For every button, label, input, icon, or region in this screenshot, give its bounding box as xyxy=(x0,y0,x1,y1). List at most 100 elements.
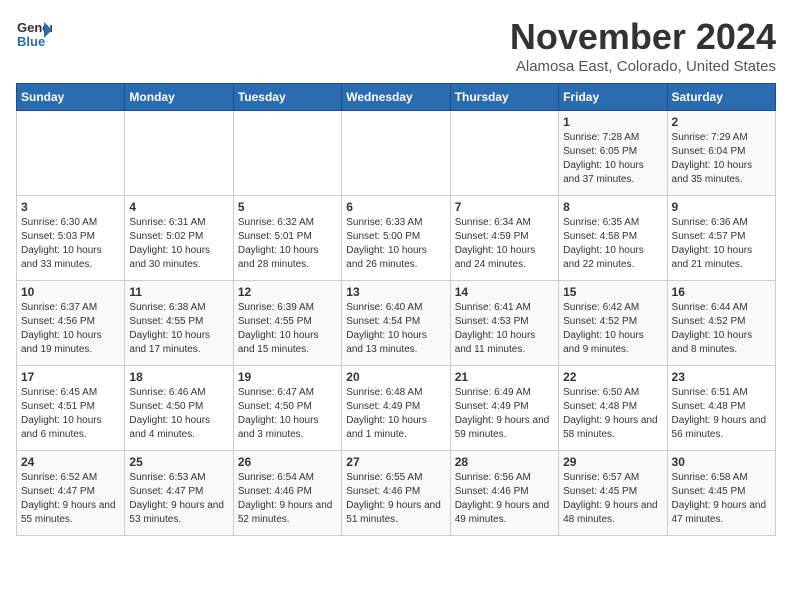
day-number: 15 xyxy=(563,285,662,299)
day-number: 16 xyxy=(672,285,771,299)
day-info: Sunrise: 6:57 AM Sunset: 4:45 PM Dayligh… xyxy=(563,471,662,527)
calendar-cell: 7Sunrise: 6:34 AM Sunset: 4:59 PM Daylig… xyxy=(450,196,558,281)
day-info: Sunrise: 6:39 AM Sunset: 4:55 PM Dayligh… xyxy=(238,301,337,357)
day-number: 20 xyxy=(346,370,445,384)
header-day-sunday: Sunday xyxy=(17,84,125,111)
header-day-wednesday: Wednesday xyxy=(342,84,450,111)
calendar-cell: 24Sunrise: 6:52 AM Sunset: 4:47 PM Dayli… xyxy=(17,451,125,536)
day-number: 10 xyxy=(21,285,120,299)
calendar-cell: 11 Sunrise: 6:38 AM Sunset: 4:55 PM Dayli… xyxy=(125,281,233,366)
logo-svg: General Blue xyxy=(16,16,52,52)
day-number: 21 xyxy=(455,370,554,384)
day-info: Sunrise: 6:54 AM Sunset: 4:46 PM Dayligh… xyxy=(238,471,337,527)
day-info: Sunrise: 6:38 AM Sunset: 4:55 PM Dayligh… xyxy=(129,301,228,357)
day-number: 3 xyxy=(21,200,120,214)
calendar-cell: 13 Sunrise: 6:40 AM Sunset: 4:54 PM Dayli… xyxy=(342,281,450,366)
calendar-cell: 26Sunrise: 6:54 AM Sunset: 4:46 PM Dayli… xyxy=(233,451,341,536)
day-number: 6 xyxy=(346,200,445,214)
calendar-cell: 15 Sunrise: 6:42 AM Sunset: 4:52 PM Dayli… xyxy=(559,281,667,366)
day-number: 12 xyxy=(238,285,337,299)
calendar-cell: 29 Sunrise: 6:57 AM Sunset: 4:45 PM Dayli… xyxy=(559,451,667,536)
calendar-cell: 19 Sunrise: 6:47 AM Sunset: 4:50 PM Dayli… xyxy=(233,366,341,451)
calendar-cell: 25 Sunrise: 6:53 AM Sunset: 4:47 PM Dayli… xyxy=(125,451,233,536)
header: General Blue November 2024 Alamosa East,… xyxy=(16,16,776,75)
header-day-thursday: Thursday xyxy=(450,84,558,111)
calendar-cell: 8 Sunrise: 6:35 AM Sunset: 4:58 PM Daylig… xyxy=(559,196,667,281)
calendar-cell: 18 Sunrise: 6:46 AM Sunset: 4:50 PM Dayli… xyxy=(125,366,233,451)
day-info: Sunrise: 6:40 AM Sunset: 4:54 PM Dayligh… xyxy=(346,301,445,357)
day-number: 29 xyxy=(563,455,662,469)
location-subtitle: Alamosa East, Colorado, United States xyxy=(510,58,776,75)
day-info: Sunrise: 6:37 AM Sunset: 4:56 PM Dayligh… xyxy=(21,301,120,357)
calendar-cell: 10 Sunrise: 6:37 AM Sunset: 4:56 PM Dayli… xyxy=(17,281,125,366)
day-info: Sunrise: 6:53 AM Sunset: 4:47 PM Dayligh… xyxy=(129,471,228,527)
calendar-cell: 2Sunrise: 7:29 AM Sunset: 6:04 PM Daylig… xyxy=(667,111,775,196)
day-info: Sunrise: 6:32 AM Sunset: 5:01 PM Dayligh… xyxy=(238,216,337,272)
day-number: 14 xyxy=(455,285,554,299)
day-number: 17 xyxy=(21,370,120,384)
header-day-friday: Friday xyxy=(559,84,667,111)
day-number: 7 xyxy=(455,200,554,214)
day-info: Sunrise: 6:47 AM Sunset: 4:50 PM Dayligh… xyxy=(238,386,337,442)
day-number: 19 xyxy=(238,370,337,384)
calendar-cell: 16 Sunrise: 6:44 AM Sunset: 4:52 PM Dayli… xyxy=(667,281,775,366)
calendar-cell: 4Sunrise: 6:31 AM Sunset: 5:02 PM Daylig… xyxy=(125,196,233,281)
logo: General Blue xyxy=(16,16,52,52)
day-info: Sunrise: 6:30 AM Sunset: 5:03 PM Dayligh… xyxy=(21,216,120,272)
day-info: Sunrise: 6:50 AM Sunset: 4:48 PM Dayligh… xyxy=(563,386,662,442)
day-number: 23 xyxy=(672,370,771,384)
calendar-cell xyxy=(450,111,558,196)
day-number: 22 xyxy=(563,370,662,384)
month-title: November 2024 xyxy=(510,16,776,58)
calendar-cell xyxy=(342,111,450,196)
calendar-cell: 23 Sunrise: 6:51 AM Sunset: 4:48 PM Dayli… xyxy=(667,366,775,451)
day-number: 2 xyxy=(672,115,771,129)
calendar-header-row: SundayMondayTuesdayWednesdayThursdayFrid… xyxy=(17,84,776,111)
calendar-cell: 6 Sunrise: 6:33 AM Sunset: 5:00 PM Daylig… xyxy=(342,196,450,281)
day-number: 5 xyxy=(238,200,337,214)
svg-text:Blue: Blue xyxy=(17,34,45,49)
day-number: 8 xyxy=(563,200,662,214)
day-number: 13 xyxy=(346,285,445,299)
day-number: 9 xyxy=(672,200,771,214)
day-number: 25 xyxy=(129,455,228,469)
calendar-week-2: 3 Sunrise: 6:30 AM Sunset: 5:03 PM Daylig… xyxy=(17,196,776,281)
day-number: 11 xyxy=(129,285,228,299)
day-info: Sunrise: 6:33 AM Sunset: 5:00 PM Dayligh… xyxy=(346,216,445,272)
day-number: 27 xyxy=(346,455,445,469)
header-day-monday: Monday xyxy=(125,84,233,111)
day-number: 1 xyxy=(563,115,662,129)
calendar-cell xyxy=(125,111,233,196)
calendar-cell: 21Sunrise: 6:49 AM Sunset: 4:49 PM Dayli… xyxy=(450,366,558,451)
calendar-cell: 27 Sunrise: 6:55 AM Sunset: 4:46 PM Dayli… xyxy=(342,451,450,536)
day-number: 30 xyxy=(672,455,771,469)
day-info: Sunrise: 6:55 AM Sunset: 4:46 PM Dayligh… xyxy=(346,471,445,527)
calendar-week-3: 10 Sunrise: 6:37 AM Sunset: 4:56 PM Dayli… xyxy=(17,281,776,366)
day-number: 18 xyxy=(129,370,228,384)
day-info: Sunrise: 6:35 AM Sunset: 4:58 PM Dayligh… xyxy=(563,216,662,272)
day-info: Sunrise: 6:36 AM Sunset: 4:57 PM Dayligh… xyxy=(672,216,771,272)
calendar-cell: 9 Sunrise: 6:36 AM Sunset: 4:57 PM Daylig… xyxy=(667,196,775,281)
calendar-week-1: 1 Sunrise: 7:28 AM Sunset: 6:05 PM Daylig… xyxy=(17,111,776,196)
calendar-cell: 5 Sunrise: 6:32 AM Sunset: 5:01 PM Daylig… xyxy=(233,196,341,281)
day-info: Sunrise: 6:52 AM Sunset: 4:47 PM Dayligh… xyxy=(21,471,120,527)
day-info: Sunrise: 6:41 AM Sunset: 4:53 PM Dayligh… xyxy=(455,301,554,357)
day-info: Sunrise: 6:56 AM Sunset: 4:46 PM Dayligh… xyxy=(455,471,554,527)
calendar-week-5: 24Sunrise: 6:52 AM Sunset: 4:47 PM Dayli… xyxy=(17,451,776,536)
calendar-cell: 20 Sunrise: 6:48 AM Sunset: 4:49 PM Dayli… xyxy=(342,366,450,451)
title-area: November 2024 Alamosa East, Colorado, Un… xyxy=(510,16,776,75)
day-number: 4 xyxy=(129,200,228,214)
day-info: Sunrise: 6:46 AM Sunset: 4:50 PM Dayligh… xyxy=(129,386,228,442)
calendar-cell: 3 Sunrise: 6:30 AM Sunset: 5:03 PM Daylig… xyxy=(17,196,125,281)
day-info: Sunrise: 6:42 AM Sunset: 4:52 PM Dayligh… xyxy=(563,301,662,357)
day-info: Sunrise: 6:58 AM Sunset: 4:45 PM Dayligh… xyxy=(672,471,771,527)
calendar-cell: 1 Sunrise: 7:28 AM Sunset: 6:05 PM Daylig… xyxy=(559,111,667,196)
day-info: Sunrise: 6:44 AM Sunset: 4:52 PM Dayligh… xyxy=(672,301,771,357)
calendar-cell: 22 Sunrise: 6:50 AM Sunset: 4:48 PM Dayli… xyxy=(559,366,667,451)
day-info: Sunrise: 7:28 AM Sunset: 6:05 PM Dayligh… xyxy=(563,131,662,187)
calendar-table: SundayMondayTuesdayWednesdayThursdayFrid… xyxy=(16,83,776,536)
day-info: Sunrise: 6:51 AM Sunset: 4:48 PM Dayligh… xyxy=(672,386,771,442)
calendar-cell: 12 Sunrise: 6:39 AM Sunset: 4:55 PM Dayli… xyxy=(233,281,341,366)
day-number: 28 xyxy=(455,455,554,469)
day-info: Sunrise: 6:48 AM Sunset: 4:49 PM Dayligh… xyxy=(346,386,445,442)
